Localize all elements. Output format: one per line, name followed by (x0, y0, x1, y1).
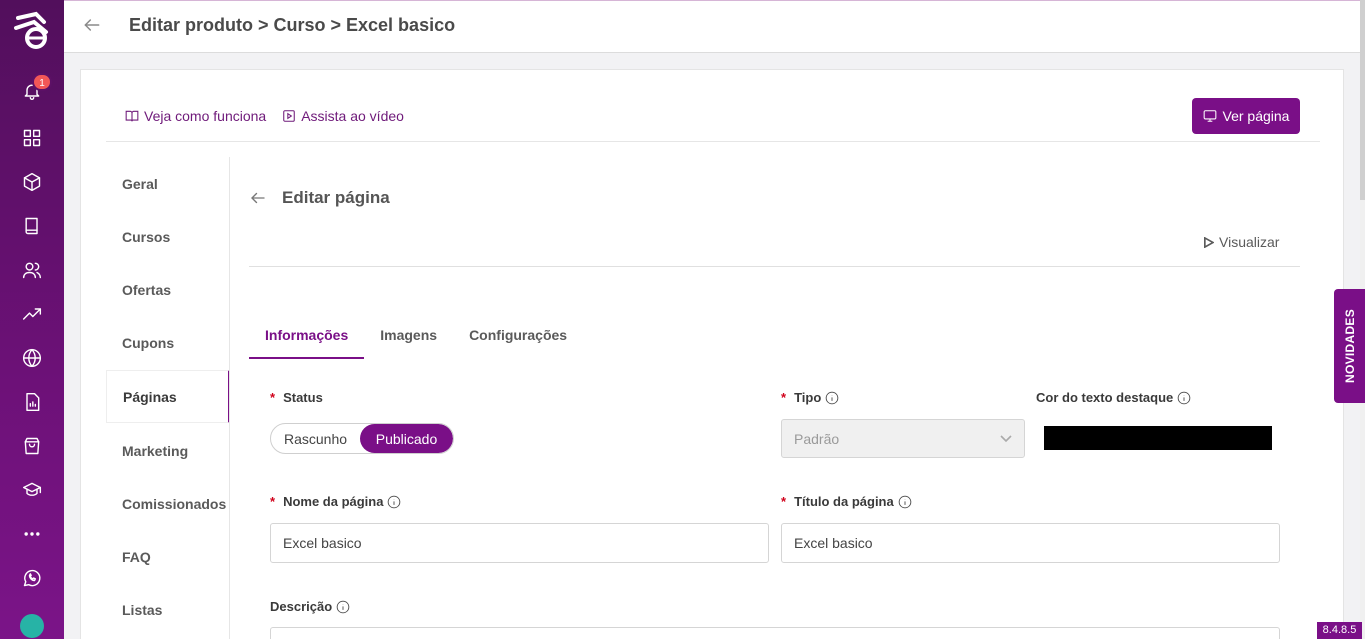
how-it-works-label: Veja como funciona (144, 108, 267, 124)
breadcrumb-title: Editar produto > Curso > Excel basico (129, 15, 456, 35)
product-menu-item-cursos[interactable]: Cursos (106, 210, 230, 263)
status-label: * Status (270, 390, 323, 405)
required-mark: * (270, 390, 276, 405)
description-editor[interactable] (270, 627, 1280, 639)
info-icon[interactable] (825, 391, 839, 405)
support-logo-icon[interactable] (20, 614, 44, 638)
tipo-label-text: Tipo (794, 390, 822, 405)
how-it-works-link[interactable]: Veja como funciona (125, 108, 266, 124)
required-mark: * (781, 494, 787, 509)
page-title-input[interactable]: Excel basico (781, 523, 1280, 563)
menu-label: Marketing (122, 442, 189, 459)
notification-badge: 1 (32, 73, 52, 91)
product-menu-item-marketing[interactable]: Marketing (106, 424, 230, 477)
menu-label: Cupons (122, 334, 175, 351)
page-title-label: * Título da página (781, 494, 912, 509)
product-menu-item-faq[interactable]: FAQ (106, 530, 230, 583)
product-menu-item-paginas[interactable]: Páginas (106, 370, 230, 423)
menu-label: Páginas (123, 388, 177, 405)
highlight-color-label: Cor do texto destaque (1036, 390, 1191, 405)
product-menu-item-ofertas[interactable]: Ofertas (106, 263, 230, 316)
chevron-down-icon (1000, 435, 1012, 443)
required-mark: * (781, 390, 787, 405)
trending-icon[interactable] (20, 302, 44, 326)
tab-configuracoes[interactable]: Configurações (453, 314, 583, 359)
product-menu-item-geral[interactable]: Geral (106, 157, 230, 210)
watch-video-link[interactable]: Assista ao vídeo (282, 108, 404, 124)
highlight-color-picker[interactable] (1044, 426, 1272, 450)
page-name-label-text: Nome da página (283, 494, 384, 509)
more-icon[interactable] (20, 522, 44, 546)
tab-informacoes[interactable]: Informações (249, 314, 365, 359)
brand-logo[interactable] (10, 8, 54, 52)
users-icon[interactable] (20, 258, 44, 282)
top-bar: Editar produto > Curso > Excel basico (64, 0, 1360, 53)
news-tab-label: NOVIDADES (1342, 308, 1357, 384)
globe-icon[interactable] (20, 346, 44, 370)
page-title-value: Excel basico (794, 535, 873, 551)
required-mark: * (270, 494, 276, 509)
view-page-button[interactable]: Ver página (1192, 98, 1300, 134)
info-icon[interactable] (898, 495, 912, 509)
scrollbar-thumb[interactable] (1360, 0, 1365, 200)
preview-link[interactable]: Visualizar (1203, 234, 1279, 250)
view-page-label: Ver página (1222, 108, 1290, 124)
page-name-input[interactable]: Excel basico (270, 523, 769, 563)
main-sidebar: 1 (0, 0, 64, 639)
bag-icon[interactable] (20, 434, 44, 458)
info-icon[interactable] (1177, 391, 1191, 405)
status-draft-option[interactable]: Rascunho (271, 424, 360, 453)
menu-label: Geral (122, 175, 158, 192)
watch-video-label: Assista ao vídeo (301, 108, 404, 124)
video-icon (283, 110, 295, 122)
book-open-icon (125, 110, 139, 122)
product-menu-item-comissionados[interactable]: Comissionados (106, 477, 230, 530)
highlight-color-label-text: Cor do texto destaque (1036, 390, 1174, 405)
version-badge: 8.4.8.5 (1317, 622, 1362, 639)
book-icon[interactable] (20, 214, 44, 238)
page-name-value: Excel basico (283, 535, 362, 551)
tipo-label: * Tipo (781, 390, 839, 405)
description-label: Descrição (270, 599, 350, 614)
menu-label: Ofertas (122, 281, 172, 298)
play-icon (1204, 236, 1214, 248)
monitor-icon (1203, 110, 1216, 122)
info-icon[interactable] (387, 495, 401, 509)
edit-page-back-icon[interactable] (249, 189, 269, 209)
grid-icon[interactable] (20, 126, 44, 150)
status-label-text: Status (283, 390, 323, 405)
product-menu-item-cupons[interactable]: Cupons (106, 316, 230, 369)
tab-imagens[interactable]: Imagens (364, 314, 453, 359)
tipo-select[interactable]: Padrão (781, 419, 1025, 458)
help-links: Veja como funciona Assista ao vídeo (125, 108, 404, 124)
graduation-icon[interactable] (20, 478, 44, 502)
description-label-text: Descrição (270, 599, 333, 614)
menu-label: FAQ (122, 548, 151, 565)
divider (249, 266, 1300, 267)
menu-label: Comissionados (122, 495, 227, 512)
info-icon[interactable] (336, 600, 350, 614)
menu-divider (229, 157, 230, 639)
tipo-value: Padrão (794, 430, 840, 447)
product-menu-item-listas[interactable]: Listas (106, 583, 230, 636)
product-editor-card: Veja como funciona Assista ao vídeo Ver … (80, 69, 1344, 639)
status-toggle: Rascunho Publicado (270, 423, 454, 454)
edit-page-tabs: Informações Imagens Configurações (249, 314, 583, 359)
menu-label: Cursos (122, 228, 171, 245)
edit-page-title: Editar página (282, 188, 390, 207)
report-icon[interactable] (20, 390, 44, 414)
page-title-label-text: Título da página (794, 494, 894, 509)
news-tab[interactable]: NOVIDADES (1334, 289, 1365, 403)
preview-label: Visualizar (1219, 234, 1280, 250)
whatsapp-icon[interactable] (20, 566, 44, 590)
status-published-option[interactable]: Publicado (360, 424, 453, 453)
menu-label: Listas (122, 601, 163, 618)
box-icon[interactable] (20, 170, 44, 194)
page-name-label: * Nome da página (270, 494, 401, 509)
divider (106, 141, 1320, 142)
back-arrow-icon[interactable] (82, 15, 106, 39)
